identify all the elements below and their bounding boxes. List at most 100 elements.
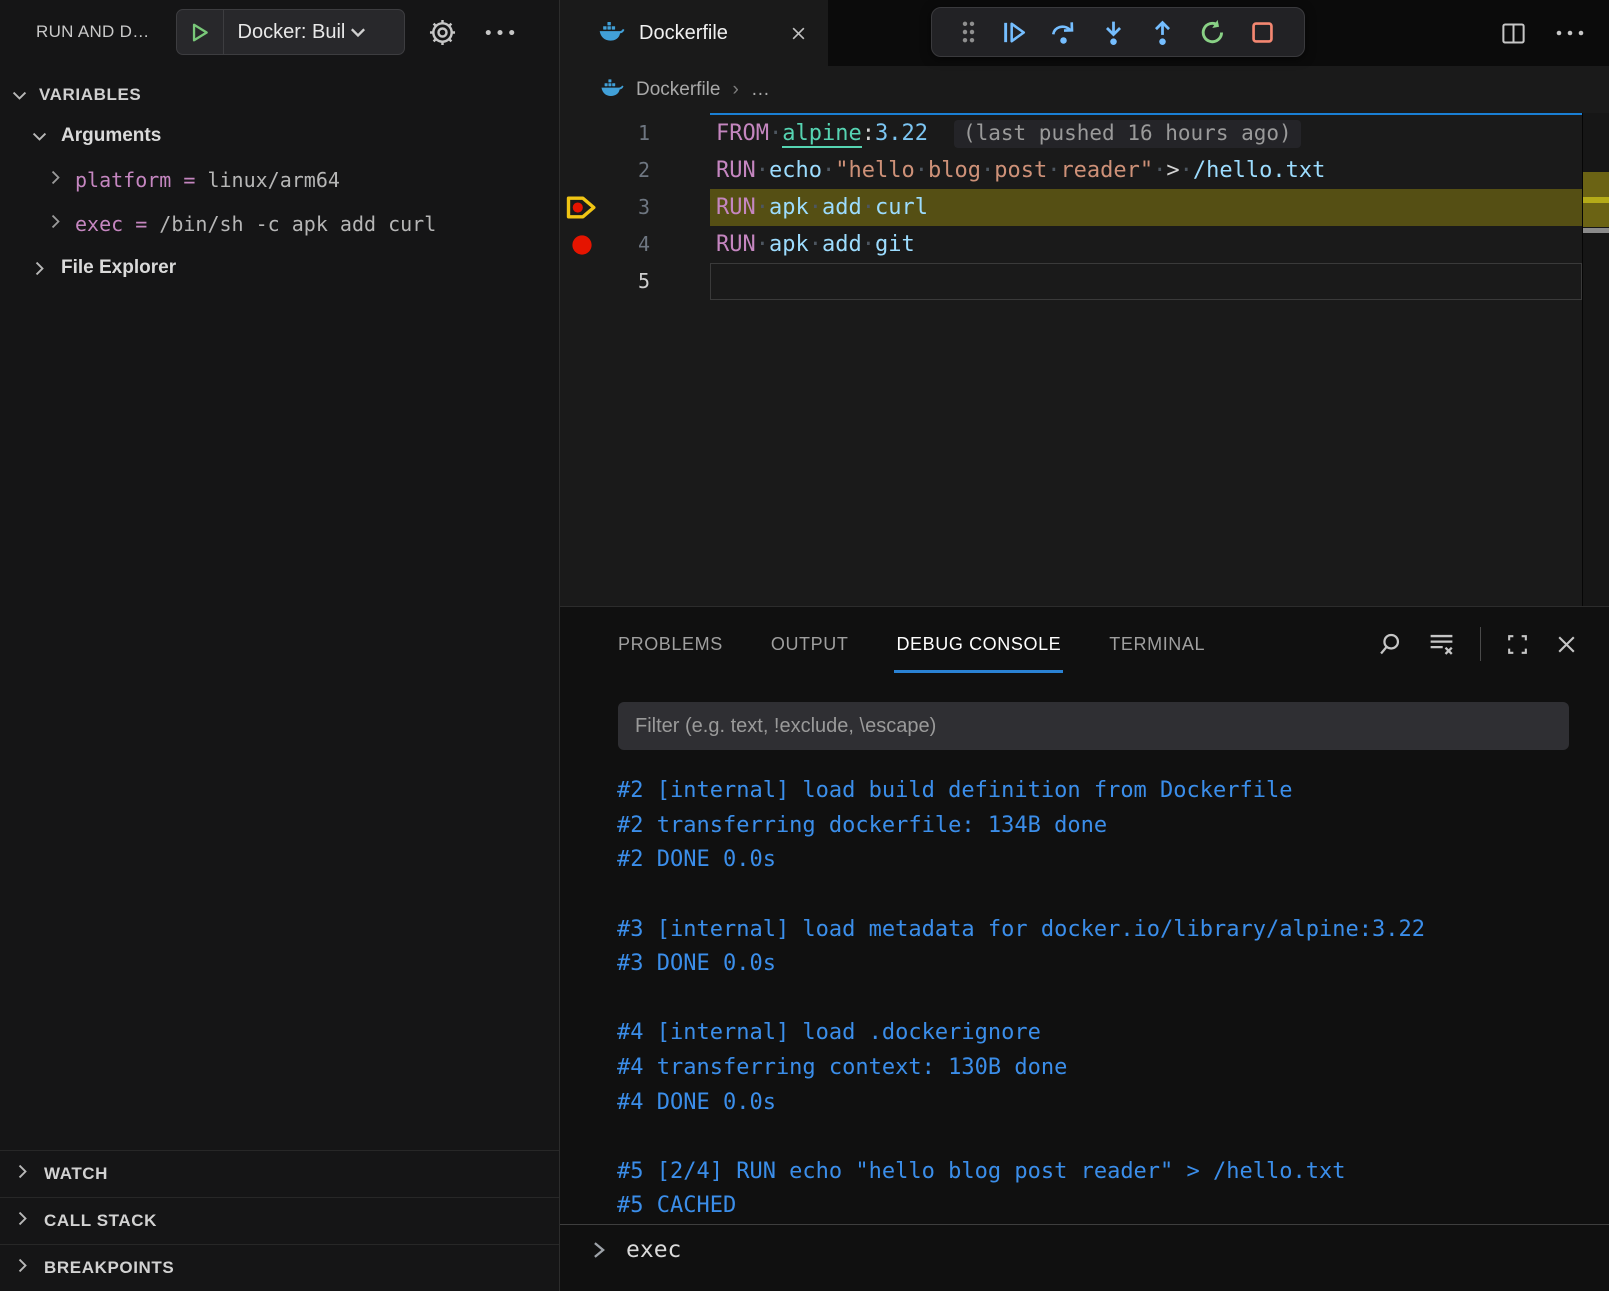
line-number[interactable]: 3: [604, 189, 650, 226]
section-breakpoints[interactable]: BREAKPOINTS: [0, 1244, 559, 1291]
console-filter-input[interactable]: Filter (e.g. text, !exclude, \escape): [618, 702, 1569, 750]
code-token: "hello: [835, 158, 914, 183]
overview-ruler[interactable]: [1582, 113, 1609, 606]
scope-file-explorer[interactable]: File Explorer: [0, 246, 559, 290]
run-and-debug-sidebar: RUN AND D… Docker: Buil VARIABLES: [0, 0, 560, 1291]
panel-tab-output[interactable]: OUTPUT: [771, 607, 849, 681]
code-editor[interactable]: 1 FROM·alpine:3.22(last pushed 16 hours a…: [560, 113, 1609, 606]
split-editor-icon[interactable]: [1500, 20, 1527, 47]
continue-button[interactable]: [999, 18, 1028, 47]
panel-tab-label: PROBLEMS: [618, 634, 723, 655]
line-number[interactable]: 1: [604, 115, 650, 152]
ruler-marker-current-line: [1583, 197, 1609, 203]
editor-group: Dockerfile: [560, 0, 1609, 606]
drag-handle-icon[interactable]: [959, 18, 978, 46]
panel-tab-label: OUTPUT: [771, 634, 849, 655]
debug-config-label: Docker: Buil: [224, 21, 346, 44]
editor-actions: [1500, 0, 1585, 66]
code-token: ·: [756, 232, 769, 257]
close-icon[interactable]: [789, 24, 808, 43]
sidebar-title: RUN AND D…: [36, 22, 150, 42]
panel-tab-label: DEBUG CONSOLE: [896, 634, 1061, 655]
line-number[interactable]: 4: [604, 226, 650, 263]
breadcrumb-file[interactable]: Dockerfile: [636, 79, 720, 101]
gutter-space[interactable]: [562, 115, 602, 152]
breadcrumb-separator: ›: [732, 79, 738, 101]
clear-console-icon[interactable]: [1427, 630, 1456, 659]
code-line-4[interactable]: 4 RUN·apk·add·git: [560, 226, 1609, 263]
variable-row-platform[interactable]: platform = linux/arm64: [0, 158, 559, 202]
line-number[interactable]: 5: [604, 263, 650, 300]
code-line-1[interactable]: 1 FROM·alpine:3.22(last pushed 16 hours a…: [560, 115, 1609, 152]
breakpoint-gutter[interactable]: [562, 226, 602, 263]
step-into-button[interactable]: [1099, 18, 1128, 47]
more-actions-icon[interactable]: [484, 28, 516, 37]
step-out-button[interactable]: [1148, 18, 1177, 47]
code-token: ·: [915, 158, 928, 183]
code-line-2[interactable]: 2 RUN·echo·"hello·blog·post·reader"·>·/he…: [560, 152, 1609, 189]
section-call-stack[interactable]: CALL STACK: [0, 1197, 559, 1244]
docker-whale-icon: [600, 77, 624, 102]
breadcrumb-symbol[interactable]: …: [751, 79, 772, 101]
section-watch[interactable]: WATCH: [0, 1150, 559, 1197]
line-content[interactable]: RUN·echo·"hello·blog·post·reader"·>·/hel…: [710, 152, 1581, 189]
debug-console-output[interactable]: #2 [internal] load build definition from…: [560, 750, 1609, 1224]
start-debugging-icon[interactable]: [177, 21, 223, 44]
search-icon[interactable]: [1376, 631, 1403, 658]
stop-button[interactable]: [1248, 18, 1277, 47]
code-token: apk: [769, 195, 809, 220]
step-over-button[interactable]: [1049, 18, 1078, 47]
gear-icon[interactable]: [427, 17, 458, 48]
code-line-5[interactable]: 5: [560, 263, 1609, 300]
code-token: RUN: [716, 195, 756, 220]
sidebar-header: RUN AND D… Docker: Buil: [0, 0, 559, 64]
code-token: post: [994, 158, 1047, 183]
chevron-right-icon: [46, 212, 65, 236]
code-token: alpine: [782, 121, 861, 148]
more-actions-icon[interactable]: [1555, 29, 1585, 37]
variables-section-header[interactable]: VARIABLES: [0, 76, 559, 114]
console-input-text: exec: [626, 1235, 681, 1265]
console-line: #2 transferring dockerfile: 134B done: [617, 809, 1599, 844]
sidebar-bottom-sections: WATCHCALL STACKBREAKPOINTS: [0, 1150, 559, 1291]
code-token: ·: [769, 121, 782, 146]
code-token: ·: [1047, 158, 1060, 183]
scope-arguments-label: Arguments: [61, 125, 161, 147]
sidebar-spacer: [0, 290, 559, 1150]
line-content[interactable]: RUN·apk·add·git: [710, 226, 1581, 263]
code-token: RUN: [716, 232, 756, 257]
panel-tab-terminal[interactable]: TERMINAL: [1109, 607, 1205, 681]
variable-operator: =: [123, 212, 159, 236]
console-line: #3 [internal] load metadata for docker.i…: [617, 913, 1599, 948]
scope-arguments[interactable]: Arguments: [0, 114, 559, 158]
variable-row-exec[interactable]: exec = /bin/sh -c apk add curl: [0, 202, 559, 246]
chevron-right-icon: [13, 1256, 32, 1280]
code-token: 3.22: [875, 121, 928, 146]
debug-console-input[interactable]: exec: [560, 1224, 1609, 1291]
code-line-3[interactable]: 3 RUN·apk·add·curl: [560, 189, 1609, 226]
breakpoint-current-gutter[interactable]: [562, 189, 602, 226]
main-area: Dockerfile: [560, 0, 1609, 1291]
panel-tab-problems[interactable]: PROBLEMS: [618, 607, 723, 681]
breakpoint-current-icon: [565, 194, 599, 221]
panel-tab-debug-console[interactable]: DEBUG CONSOLE: [896, 607, 1061, 681]
gutter-space[interactable]: [562, 152, 602, 189]
line-content[interactable]: FROM·alpine:3.22(last pushed 16 hours ag…: [710, 115, 1581, 152]
debug-config-dropdown[interactable]: Docker: Buil: [176, 9, 405, 55]
code-token: ·: [809, 232, 822, 257]
code-token: ·: [1153, 158, 1166, 183]
tab-dockerfile[interactable]: Dockerfile: [560, 0, 828, 66]
code-token: FROM: [716, 121, 769, 146]
restart-button[interactable]: [1198, 18, 1227, 47]
close-panel-icon[interactable]: [1554, 632, 1579, 657]
console-line: #5 [2/4] RUN echo "hello blog post reade…: [617, 1155, 1599, 1190]
code-token: ·: [862, 232, 875, 257]
variables-tree: VARIABLES Arguments platform = linux/arm…: [0, 76, 559, 290]
chevron-down-icon: [10, 86, 29, 105]
line-number[interactable]: 2: [604, 152, 650, 189]
console-line: #4 transferring context: 130B done: [617, 1051, 1599, 1086]
gutter-space[interactable]: [562, 263, 602, 300]
code-token: >: [1166, 158, 1179, 183]
line-content[interactable]: RUN·apk·add·curl: [710, 189, 1581, 226]
maximize-panel-icon[interactable]: [1505, 632, 1530, 657]
